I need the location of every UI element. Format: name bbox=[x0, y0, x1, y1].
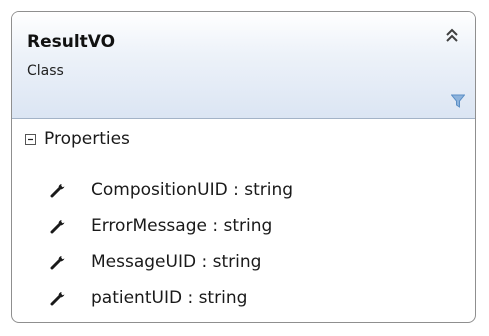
funnel-icon[interactable] bbox=[451, 94, 465, 108]
class-header: ResultVO Class bbox=[12, 12, 475, 119]
property-list: CompositionUID : string ErrorMessage : s… bbox=[50, 172, 293, 316]
property-label: MessageUID : string bbox=[91, 252, 262, 272]
minus-box-icon[interactable] bbox=[25, 133, 36, 145]
property-item[interactable]: MessageUID : string bbox=[50, 244, 293, 280]
class-name: ResultVO bbox=[27, 32, 116, 52]
property-item[interactable]: ErrorMessage : string bbox=[50, 208, 293, 244]
property-label: patientUID : string bbox=[91, 288, 248, 308]
property-label: ErrorMessage : string bbox=[91, 216, 273, 236]
wrench-icon bbox=[50, 220, 65, 234]
wrench-icon bbox=[50, 256, 65, 270]
wrench-icon bbox=[50, 184, 65, 198]
class-shape[interactable]: ResultVO Class Properties CompositionUID… bbox=[11, 11, 476, 323]
property-item[interactable]: CompositionUID : string bbox=[50, 172, 293, 208]
section-header-properties[interactable]: Properties bbox=[25, 127, 130, 151]
section-title: Properties bbox=[44, 129, 130, 149]
property-label: CompositionUID : string bbox=[91, 180, 294, 200]
double-chevron-up-icon[interactable] bbox=[445, 28, 459, 44]
wrench-icon bbox=[50, 292, 65, 306]
property-item[interactable]: patientUID : string bbox=[50, 280, 293, 316]
class-kind: Class bbox=[27, 63, 64, 79]
